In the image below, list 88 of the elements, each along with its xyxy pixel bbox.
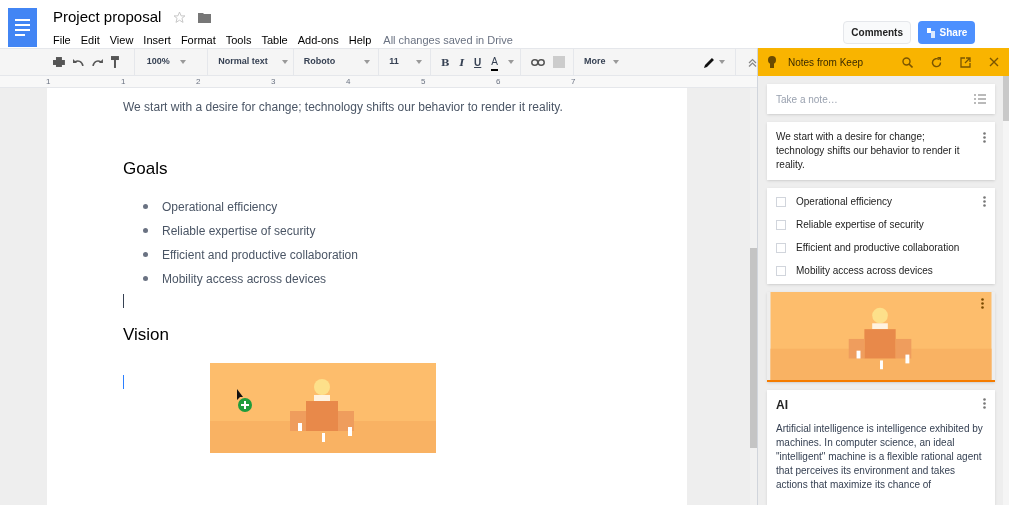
paint-format-icon[interactable]: [110, 56, 120, 68]
note-card[interactable]: We start with a desire for change; technology shifts our behavior to render it reality.: [767, 122, 995, 180]
scrollbar-thumb[interactable]: [750, 248, 757, 448]
font-select[interactable]: Roboto: [303, 55, 336, 69]
bullet-icon: [143, 204, 148, 209]
checkbox[interactable]: [776, 219, 786, 230]
ruler-mark: 4: [346, 75, 352, 88]
ruler-mark: 3: [271, 75, 277, 88]
menu-item[interactable]: Insert: [143, 31, 171, 48]
pencil-icon[interactable]: [704, 56, 715, 68]
body-paragraph: We start with a desire for change; technology shifts our behavior to render it reality.: [123, 99, 564, 116]
menu-item[interactable]: Format: [180, 31, 216, 48]
bullet-icon: [143, 228, 148, 233]
note-text: We start with a desire for change; technology shifts our behavior to render it reality.: [776, 130, 961, 172]
note-card[interactable]: Operational efficiency Reliable expertise of security Efficient and productive collaboration Mobility access across devices: [767, 188, 995, 284]
menu-item[interactable]: Edit: [80, 31, 100, 48]
checkbox[interactable]: [776, 242, 786, 253]
note-text: Artificial intelligence is intelligence exhibited by machines. In computer science, an ideal "intelligent" machine is a flexible rational agent that perceives its environment and takes actions that maximize its chance of: [776, 422, 984, 492]
save-status: All changes saved in Drive: [383, 32, 513, 48]
more-options-icon[interactable]: [981, 298, 984, 309]
section-heading: Goals: [123, 158, 169, 180]
checklist-icon[interactable]: [974, 94, 986, 104]
panel-title: Notes from Keep: [788, 55, 864, 70]
note-card[interactable]: [767, 390, 995, 505]
dropdown-caret-icon: [415, 60, 422, 64]
ruler-mark: 5: [421, 75, 427, 88]
menu-item[interactable]: View: [109, 31, 134, 48]
more-options-icon[interactable]: [983, 196, 986, 207]
redo-icon[interactable]: [91, 58, 103, 66]
scrollbar-thumb[interactable]: [1003, 76, 1009, 121]
underline-button[interactable]: U: [474, 54, 482, 70]
bullet-item: Reliable expertise of security: [162, 222, 316, 240]
more-menu[interactable]: More: [583, 55, 606, 69]
text-cursor: [123, 293, 124, 308]
text-color-button[interactable]: A: [491, 53, 498, 71]
bullet-item: Efficient and productive collaboration: [162, 246, 358, 264]
menu-item[interactable]: Tools: [225, 31, 252, 48]
note-title: AI: [776, 397, 789, 414]
bullet-icon: [143, 276, 148, 281]
search-icon[interactable]: [902, 56, 913, 68]
checklist-item: Reliable expertise of security: [796, 218, 924, 232]
style-select[interactable]: Normal text: [218, 55, 268, 69]
close-icon[interactable]: [989, 57, 999, 67]
checklist-item: Mobility access across devices: [796, 264, 933, 278]
checklist-item: Operational efficiency: [796, 195, 892, 209]
bold-button[interactable]: B: [440, 54, 450, 70]
checklist-item: Efficient and productive collaboration: [796, 241, 960, 255]
bullet-item: Mobility access across devices: [162, 270, 327, 288]
dropdown-caret-icon: [613, 60, 620, 64]
undo-icon[interactable]: [72, 58, 84, 66]
font-size-select[interactable]: 11: [389, 55, 399, 69]
lightbulb-icon: [768, 56, 776, 68]
menu-item[interactable]: Table: [261, 31, 288, 48]
collapse-icon[interactable]: [748, 57, 757, 67]
star-icon[interactable]: [173, 10, 187, 24]
dropdown-caret-icon: [179, 60, 186, 64]
more-options-icon[interactable]: [983, 132, 986, 143]
menu-item[interactable]: File: [53, 31, 71, 48]
document-title[interactable]: Project proposal: [53, 6, 162, 29]
menu-item[interactable]: Help: [348, 31, 372, 48]
folder-icon[interactable]: [198, 11, 212, 23]
checkbox[interactable]: [776, 196, 786, 207]
checkbox[interactable]: [776, 265, 786, 276]
open-external-icon[interactable]: [960, 56, 971, 68]
dropdown-caret-icon: [281, 60, 288, 64]
dropdown-caret-icon: [719, 60, 725, 64]
bullet-icon: [143, 252, 148, 257]
more-options-icon[interactable]: [983, 398, 986, 409]
dropdown-caret-icon: [364, 60, 371, 64]
link-icon[interactable]: [530, 58, 545, 66]
menu-item[interactable]: Add-ons: [297, 31, 339, 48]
ruler-mark: 6: [496, 75, 502, 88]
ruler-mark: 1: [121, 75, 127, 88]
docs-logo-icon[interactable]: [8, 8, 37, 47]
comments-button[interactable]: Comments: [843, 21, 911, 44]
people-icon: [925, 27, 936, 38]
refresh-icon[interactable]: [931, 56, 942, 68]
ruler-mark: 7: [571, 75, 577, 88]
section-heading: Vision: [123, 323, 170, 346]
ruler-mark: 2: [196, 75, 202, 88]
italic-button[interactable]: I: [459, 54, 465, 70]
zoom-select[interactable]: 100%: [146, 55, 170, 69]
bullet-item: Operational efficiency: [162, 198, 278, 216]
text-cursor: [123, 375, 124, 389]
dropdown-caret-icon: [507, 60, 514, 64]
drag-copy-cursor-icon: [236, 389, 254, 413]
print-icon[interactable]: [53, 57, 65, 67]
ruler-mark: 1: [46, 75, 52, 88]
